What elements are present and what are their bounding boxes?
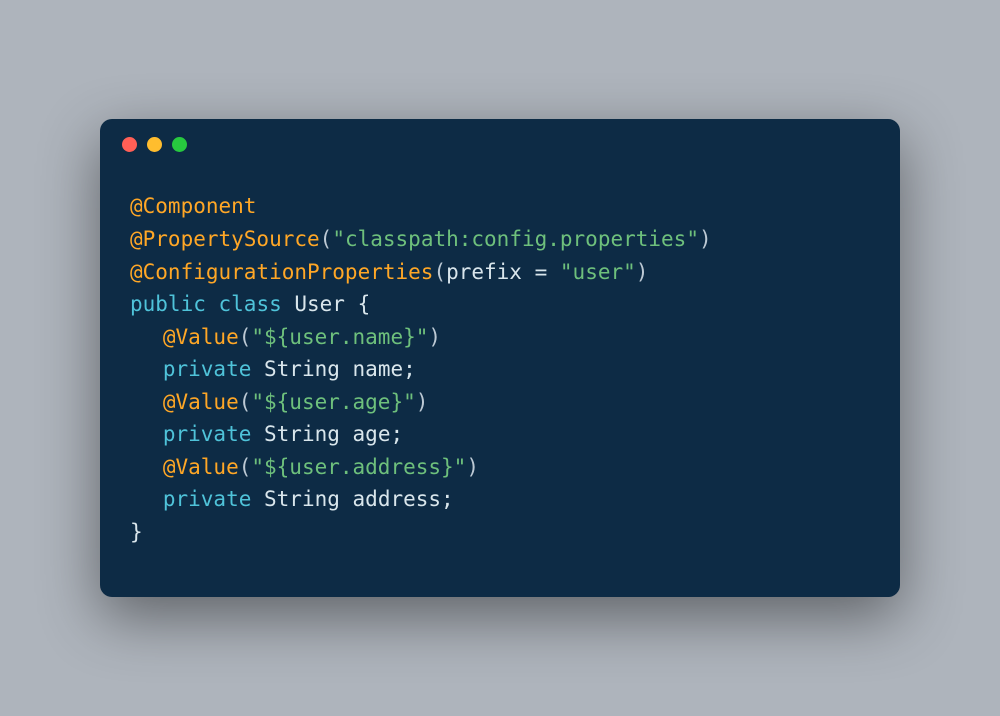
code-token: ) bbox=[466, 455, 479, 479]
window-titlebar bbox=[100, 119, 900, 162]
code-line: } bbox=[130, 516, 870, 549]
code-token: "${user.name}" bbox=[251, 325, 428, 349]
code-token: ( bbox=[239, 455, 252, 479]
code-token: ) bbox=[699, 227, 712, 251]
code-line: @ConfigurationProperties(prefix = "user"… bbox=[130, 256, 870, 289]
code-token: name; bbox=[353, 357, 416, 381]
code-token: "${user.age}" bbox=[251, 390, 415, 414]
code-token: @Component bbox=[130, 194, 256, 218]
code-line: private String address; bbox=[130, 483, 870, 516]
code-token: @ConfigurationProperties bbox=[130, 260, 433, 284]
code-token: String bbox=[264, 487, 353, 511]
minimize-icon[interactable] bbox=[147, 137, 162, 152]
code-token: prefix bbox=[446, 260, 535, 284]
code-token: "user" bbox=[560, 260, 636, 284]
code-line: @Value("${user.name}") bbox=[130, 321, 870, 354]
code-token: String bbox=[264, 422, 353, 446]
code-token: ( bbox=[433, 260, 446, 284]
maximize-icon[interactable] bbox=[172, 137, 187, 152]
code-token: ( bbox=[320, 227, 333, 251]
code-line: @PropertySource("classpath:config.proper… bbox=[130, 223, 870, 256]
code-line: public class User { bbox=[130, 288, 870, 321]
code-token: class bbox=[219, 292, 295, 316]
code-token: = bbox=[535, 260, 560, 284]
code-line: @Component bbox=[130, 190, 870, 223]
code-token: address; bbox=[353, 487, 454, 511]
code-line: @Value("${user.address}") bbox=[130, 451, 870, 484]
code-token: { bbox=[358, 292, 371, 316]
code-token: @PropertySource bbox=[130, 227, 320, 251]
code-token: @Value bbox=[163, 390, 239, 414]
code-token: ( bbox=[239, 390, 252, 414]
code-window: @Component@PropertySource("classpath:con… bbox=[100, 119, 900, 596]
close-icon[interactable] bbox=[122, 137, 137, 152]
code-line: private String age; bbox=[130, 418, 870, 451]
code-token: private bbox=[163, 357, 264, 381]
code-block: @Component@PropertySource("classpath:con… bbox=[100, 162, 900, 596]
code-token: } bbox=[130, 520, 143, 544]
code-token: private bbox=[163, 422, 264, 446]
code-token: @Value bbox=[163, 325, 239, 349]
code-token: "classpath:config.properties" bbox=[332, 227, 699, 251]
code-token: ( bbox=[239, 325, 252, 349]
code-token: @Value bbox=[163, 455, 239, 479]
code-token: ) bbox=[636, 260, 649, 284]
code-token: String bbox=[264, 357, 353, 381]
code-token: private bbox=[163, 487, 264, 511]
code-token: User bbox=[294, 292, 357, 316]
code-token: ) bbox=[416, 390, 429, 414]
code-token: ) bbox=[428, 325, 441, 349]
code-token: age; bbox=[353, 422, 404, 446]
code-token: public bbox=[130, 292, 219, 316]
code-line: @Value("${user.age}") bbox=[130, 386, 870, 419]
code-line: private String name; bbox=[130, 353, 870, 386]
code-token: "${user.address}" bbox=[251, 455, 466, 479]
